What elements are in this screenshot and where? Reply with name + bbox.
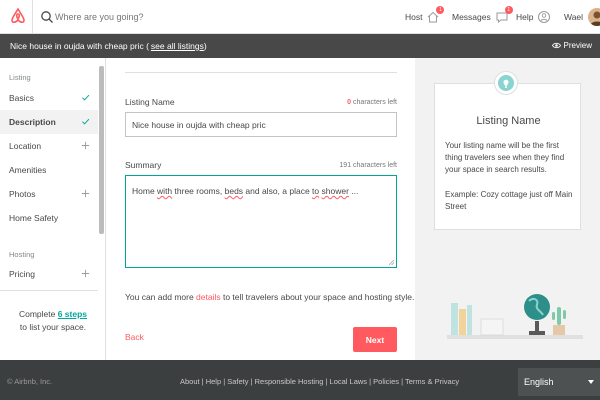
complete-steps-message: Complete 6 steps to list your space.: [0, 308, 106, 334]
message-bubble-icon: 1: [495, 6, 513, 24]
listing-title-text: Nice house in oujda with cheap pric (see…: [10, 41, 207, 51]
sidebar-item-label: Home Safety: [9, 213, 59, 223]
next-button[interactable]: Next: [353, 327, 397, 352]
sidebar-item-label: Pricing: [9, 269, 35, 279]
summary-char-count: 191 characters left: [339, 162, 397, 169]
sidebar-item-label: Amenities: [9, 165, 47, 175]
footer-links[interactable]: About | Help | Safety | Responsible Host…: [180, 377, 459, 386]
more-suffix: to tell travelers about your space and h…: [220, 292, 415, 302]
summary-text-misspelled: with: [157, 186, 173, 196]
complete-suffix: to list your space.: [19, 322, 87, 332]
char-count-suffix: characters left: [353, 99, 397, 106]
summary-text-misspelled: shower: [321, 186, 349, 196]
sidebar-item-home-safety[interactable]: Home Safety: [0, 206, 98, 230]
tip-title: Listing Name: [476, 115, 541, 127]
hosting-section-label: Hosting: [9, 250, 35, 259]
help-menu[interactable]: Help: [516, 0, 551, 34]
preview-button[interactable]: Preview: [551, 41, 592, 50]
sidebar: Listing Basics Description Location Amen…: [0, 58, 106, 360]
host-notification-badge: 1: [436, 6, 445, 14]
resize-grip-icon[interactable]: [388, 259, 394, 265]
search-input[interactable]: [55, 9, 255, 25]
sidebar-item-location[interactable]: Location: [0, 134, 98, 158]
messages-notification-badge: 1: [504, 6, 513, 14]
house-icon: 1: [426, 6, 445, 24]
listing-name-input[interactable]: [125, 112, 397, 137]
messages-label: Messages: [452, 12, 491, 22]
lightbulb-icon: [494, 71, 518, 95]
check-icon: [82, 118, 90, 125]
preview-label: Preview: [563, 41, 592, 50]
messages-menu[interactable]: Messages 1: [452, 0, 513, 34]
summary-text: and also, a place: [243, 186, 313, 196]
search-icon: [41, 11, 53, 23]
plus-icon: [81, 141, 90, 150]
desk-illustration-icon: [447, 294, 583, 339]
sidebar-item-photos[interactable]: Photos: [0, 182, 98, 206]
eye-icon: [551, 42, 561, 49]
sidebar-item-basics[interactable]: Basics: [0, 86, 98, 110]
listing-title-bar: Nice house in oujda with cheap pric (see…: [0, 34, 600, 58]
help-circle-icon: [537, 10, 551, 24]
sidebar-item-label: Description: [9, 117, 56, 127]
airbnb-logo-icon[interactable]: [8, 6, 28, 26]
details-link[interactable]: details: [196, 292, 221, 302]
sidebar-item-pricing[interactable]: Pricing: [0, 262, 98, 286]
sidebar-item-description[interactable]: Description: [0, 110, 98, 134]
user-avatar[interactable]: [588, 8, 600, 26]
search-bar[interactable]: [32, 0, 262, 34]
sidebar-item-label: Location: [9, 141, 42, 151]
summary-text: Home: [132, 186, 158, 196]
tip-example: Example: Cozy cottage just off Main Stre…: [445, 190, 573, 211]
check-icon: [82, 94, 90, 101]
chevron-down-icon: [588, 380, 594, 384]
footer: © Airbnb, Inc. About | Help | Safety | R…: [0, 360, 600, 400]
sidebar-item-label: Basics: [9, 93, 35, 103]
complete-prefix: Complete: [18, 309, 58, 319]
more-prefix: You can add more: [125, 292, 197, 302]
plus-icon: [81, 189, 90, 198]
section-divider: [125, 72, 397, 73]
listing-title: Nice house in oujda with cheap pric: [10, 41, 144, 51]
see-all-listings-link[interactable]: see all listings: [151, 41, 204, 51]
language-value: English: [524, 377, 554, 387]
tip-card: Listing Name Your listing name will be t…: [434, 71, 581, 230]
back-button[interactable]: Back: [125, 332, 144, 342]
more-details-text: You can add more details to tell travele…: [125, 292, 414, 302]
copyright-text: © Airbnb, Inc.: [7, 377, 53, 386]
sidebar-item-label: Photos: [9, 189, 36, 199]
host-label: Host: [405, 12, 423, 22]
sidebar-item-amenities[interactable]: Amenities: [0, 158, 98, 182]
sidebar-scrollbar[interactable]: [99, 66, 104, 234]
summary-text: ...: [348, 186, 359, 196]
user-name: Wael: [564, 12, 584, 22]
host-menu[interactable]: Host 1: [405, 0, 445, 34]
summary-label: Summary: [125, 160, 162, 170]
language-selector[interactable]: English: [518, 368, 600, 396]
summary-text: three rooms,: [172, 186, 225, 196]
top-navigation-bar: Host 1 Messages 1 Help Wael: [0, 0, 600, 34]
tip-body: Your listing name will be the first thin…: [445, 141, 565, 174]
listing-name-label: Listing Name: [125, 97, 175, 107]
listing-section-label: Listing: [9, 73, 31, 82]
summary-text-misspelled: beds: [224, 186, 244, 196]
sidebar-divider: [0, 290, 98, 291]
help-label: Help: [516, 12, 534, 22]
plus-icon: [81, 269, 90, 278]
user-menu[interactable]: Wael: [564, 0, 600, 34]
summary-textarea[interactable]: Home with three rooms, beds and also, a …: [125, 175, 397, 268]
char-count-number: 0: [347, 99, 352, 106]
steps-link[interactable]: 6 steps: [58, 309, 87, 319]
listing-name-char-count: 0 characters left: [347, 99, 397, 106]
